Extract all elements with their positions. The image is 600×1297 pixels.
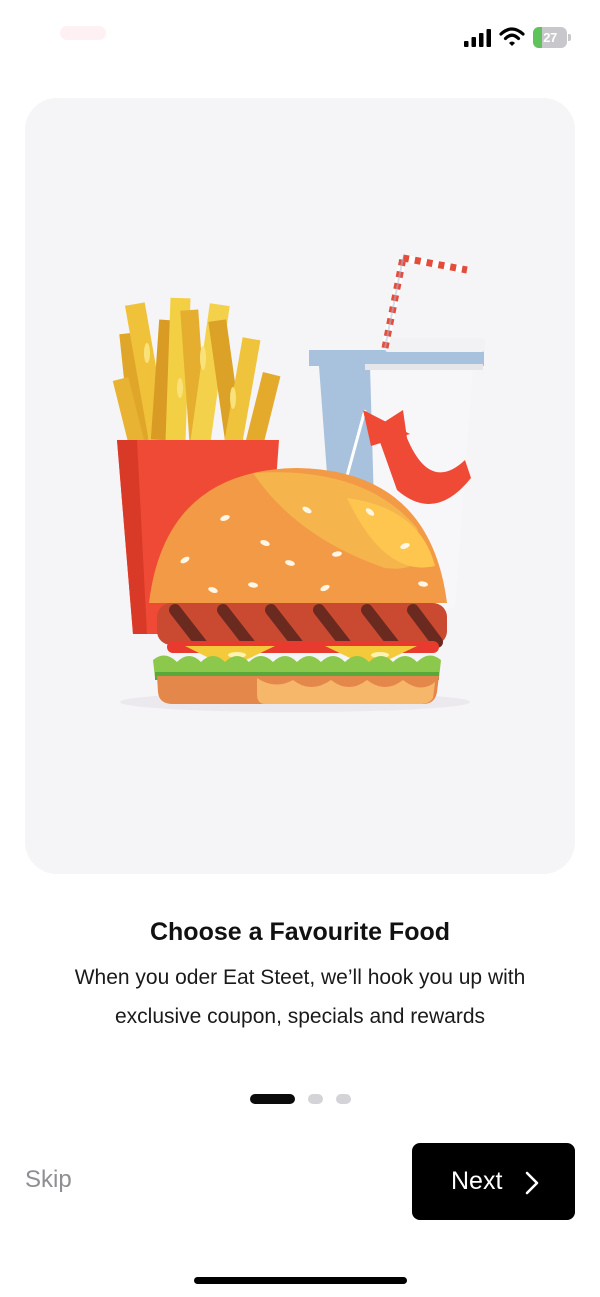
- status-bar: 27: [0, 0, 600, 72]
- description-line-1: When you oder Eat Steet, we’ll hook you …: [74, 966, 526, 989]
- pagination-dots: [0, 1094, 600, 1106]
- battery-icon: 27: [533, 27, 571, 48]
- hero-illustration-card: [25, 98, 575, 874]
- pagination-dot: [336, 1094, 351, 1104]
- next-button[interactable]: Next: [412, 1143, 575, 1220]
- next-button-label: Next: [451, 1167, 503, 1195]
- pagination-dot: [308, 1094, 323, 1104]
- onboarding-title: Choose a Favourite Food: [149, 918, 451, 946]
- onboarding-description: When you oder Eat Steet, we’ll hook you …: [40, 958, 560, 1036]
- home-indicator: [194, 1277, 407, 1284]
- description-line-2: exclusive coupon, specials and rewards: [114, 1005, 486, 1028]
- pagination-dot-active: [250, 1094, 295, 1104]
- status-time: [60, 26, 106, 40]
- wifi-icon: [499, 27, 525, 46]
- cellular-signal-icon: [464, 29, 491, 47]
- skip-button[interactable]: Skip: [25, 1166, 72, 1194]
- chevron-right-icon: [525, 1171, 539, 1195]
- food-illustration: [112, 254, 485, 712]
- battery-level: 27: [543, 30, 557, 45]
